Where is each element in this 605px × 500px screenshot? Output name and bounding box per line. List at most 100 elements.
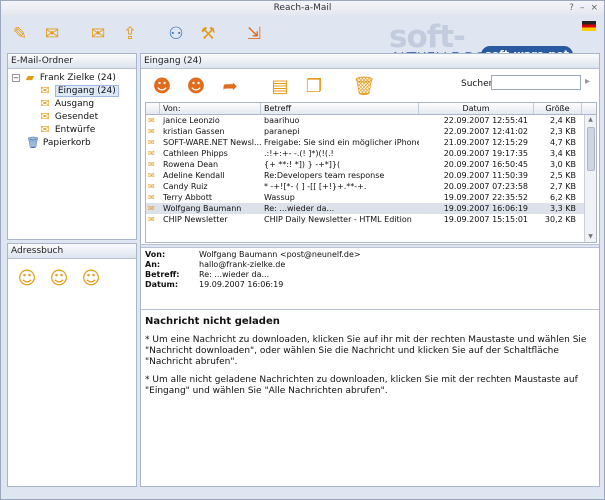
date-value: 19.09.2007 16:06:19 <box>199 280 284 289</box>
row-size: 3,0 KB <box>550 160 576 169</box>
message-row[interactable]: ✉ Terry Abbott Wassup 19.09.2007 22:35:52 6,… <box>146 192 596 203</box>
minimize-button[interactable]: – <box>580 1 585 15</box>
add-contact-button[interactable]: ☺ <box>14 265 40 291</box>
row-date: 22.09.2007 12:55:41 <box>443 116 528 125</box>
col-subject-header[interactable]: Betreff <box>261 103 419 114</box>
check-mail-button[interactable]: ✉ <box>39 21 65 47</box>
row-from: SOFT-WARE.NET Newsl... <box>163 138 261 147</box>
forward-button[interactable]: ➦ <box>217 73 243 99</box>
reply-all-icon: ☻ <box>186 75 206 97</box>
message-row[interactable]: ✉ CHIP Newsletter CHIP Daily Newsletter - … <box>146 214 596 225</box>
inbox-folder-icon: ✉ <box>40 84 50 97</box>
folder-inbox[interactable]: ✉ Eingang (24) <box>8 84 136 97</box>
to-label: An: <box>145 260 161 269</box>
send-icon: ⇪ <box>122 24 138 44</box>
scroll-down-icon[interactable]: ▼ <box>585 232 596 242</box>
window-title: Reach-a-Mail <box>273 3 332 13</box>
collapse-icon[interactable]: − <box>12 73 20 82</box>
col-from-header[interactable]: Von: <box>160 103 261 114</box>
row-from: janice Leonzio <box>163 116 220 125</box>
message-row[interactable]: ✉ janice Leonzio baarihuo 22.09.2007 12:55:… <box>146 115 596 126</box>
col-size-header[interactable]: Größe <box>534 103 582 114</box>
delete-message-button[interactable]: 🗑 <box>351 73 377 99</box>
download-icon: ▤ <box>271 75 289 97</box>
row-date: 19.09.2007 22:35:52 <box>443 193 528 202</box>
row-date: 21.09.2007 12:15:29 <box>443 138 528 147</box>
delete-contact-icon: ☺ <box>81 267 101 289</box>
reply-all-button[interactable]: ☻ <box>183 73 209 99</box>
envelope-icon: ✉ <box>148 193 155 202</box>
envelope-icon: ✉ <box>148 149 155 158</box>
close-button[interactable]: × <box>590 1 598 15</box>
folder-outbox[interactable]: ✉ Ausgang <box>8 97 136 110</box>
row-subject: Wassup <box>264 193 295 202</box>
envelope-icon: ✉ <box>148 160 155 169</box>
envelope-icon: ✉ <box>148 182 155 191</box>
folder-inbox-label: Eingang (24) <box>54 85 119 97</box>
add-contact-icon: ☺ <box>17 267 37 289</box>
scroll-up-icon[interactable]: ▲ <box>585 115 596 125</box>
folder-drafts[interactable]: ✉ Entwürfe <box>8 123 136 136</box>
row-subject: Re:Developers team response <box>264 171 385 180</box>
message-row[interactable]: ✉ Cathleen Phipps .:!+:+- -.(! ]*)(!(.! 20.… <box>146 148 596 159</box>
find-button[interactable]: ⚇ <box>163 21 189 47</box>
reply-sender-button[interactable]: ☻ <box>149 73 175 99</box>
message-list-header: Von: Betreff Datum Größe <box>146 103 596 115</box>
col-date-header[interactable]: Datum <box>419 103 534 114</box>
folder-panel: E-Mail-Ordner − ▰ Frank Zielke (24) ✉ Ein… <box>7 53 137 240</box>
date-label: Datum: <box>145 280 179 289</box>
tools-icon: ⚒ <box>200 24 216 44</box>
envelope-icon: ✉ <box>148 204 155 213</box>
settings-button[interactable]: ⚒ <box>195 21 221 47</box>
folder-sent-label: Gesendet <box>54 112 99 122</box>
row-date: 19.09.2007 16:06:19 <box>443 204 528 213</box>
envelope-icon: ✉ <box>148 171 155 180</box>
row-size: 3,3 KB <box>550 204 576 213</box>
row-size: 4,7 KB <box>550 138 576 147</box>
copy-icon: ❐ <box>305 75 323 97</box>
message-toolbar: ☻ ☻ ➦ ▤ ❐ 🗑 <box>149 73 377 99</box>
row-subject: paranepi <box>264 127 300 136</box>
help-button[interactable]: ? <box>569 1 574 15</box>
folder-trash-label: Papierkorb <box>42 138 91 148</box>
folder-trash[interactable]: 🗑 Papierkorb <box>8 136 136 149</box>
search-input[interactable] <box>491 75 581 90</box>
exit-button[interactable]: ⇲ <box>241 21 267 47</box>
row-size: 2,4 KB <box>550 116 576 125</box>
language-flag-icon[interactable] <box>582 21 596 31</box>
inbox-title: Eingang (24) <box>141 54 599 69</box>
pencil-icon: ✎ <box>12 24 28 44</box>
row-size: 6,2 KB <box>550 193 576 202</box>
delete-contact-button[interactable]: ☺ <box>78 265 104 291</box>
compose-button[interactable]: ✎ <box>7 21 33 47</box>
message-row[interactable]: ✉ kristian Gassen paranepi 22.09.2007 12:41… <box>146 126 596 137</box>
folder-sent[interactable]: ✉ Gesendet <box>8 110 136 123</box>
account-node[interactable]: − ▰ Frank Zielke (24) <box>8 71 136 84</box>
send-button[interactable]: ⇪ <box>117 21 143 47</box>
edit-contact-button[interactable]: ☺ <box>46 265 72 291</box>
row-size: 2,7 KB <box>550 182 576 191</box>
addressbook-title: Adressbuch <box>8 244 136 259</box>
message-row[interactable]: ✉ Candy Ruiz * -+![*- ( ] -[[ [+!}+.**-+. 2… <box>146 181 596 192</box>
message-row[interactable]: ✉ SOFT-WARE.NET Newsl... Freigabe: Sie sin… <box>146 137 596 148</box>
message-row[interactable]: ✉ Wolfgang Baumann Re: ...wieder da... 19.0… <box>146 203 596 214</box>
scroll-thumb[interactable] <box>587 127 595 171</box>
message-row[interactable]: ✉ Rowena Dean {+ **:! *]) } -+*]}(20.09.20… <box>146 159 596 170</box>
pane-splitter[interactable] <box>141 244 599 248</box>
main-toolbar: ✎ ✉ ✉ ⇪ ⚇ ⚒ ⇲ <box>7 19 267 49</box>
row-subject: .:!+:+- -.(! ]*)(!(.! <box>264 149 334 158</box>
reply-button[interactable]: ✉ <box>85 21 111 47</box>
inbox-panel: Eingang (24) ☻ ☻ ➦ ▤ ❐ 🗑 Suchen ▸ Von: B… <box>140 53 600 487</box>
download-message-button[interactable]: ▤ <box>267 73 293 99</box>
search-go-icon[interactable]: ▸ <box>585 76 590 87</box>
message-list-scrollbar[interactable]: ▲ ▼ <box>584 115 596 242</box>
row-date: 20.09.2007 16:50:45 <box>443 160 528 169</box>
message-row[interactable]: ✉ Adeline Kendall Re:Developers team respo… <box>146 170 596 181</box>
row-from: Terry Abbott <box>163 193 212 202</box>
row-from: CHIP Newsletter <box>163 215 228 224</box>
copy-message-button[interactable]: ❐ <box>301 73 327 99</box>
row-size: 2,5 KB <box>550 171 576 180</box>
row-date: 19.09.2007 15:15:01 <box>443 215 528 224</box>
header-divider <box>141 309 599 310</box>
trash-icon: 🗑 <box>26 136 40 149</box>
